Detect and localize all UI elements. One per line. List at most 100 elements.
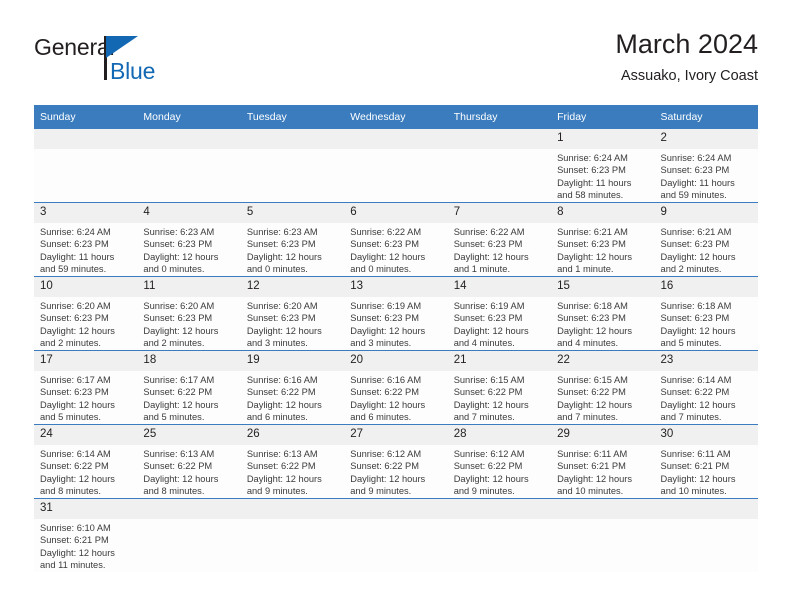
day-number: 8 xyxy=(551,203,655,223)
day-detail-line: Sunset: 6:21 PM xyxy=(40,535,109,546)
day-details: Sunrise: 6:15 AM Sunset: 6:22 PM Daylight:… xyxy=(448,371,551,424)
calendar-day-cell[interactable]: 3 Sunrise: 6:24 AM Sunset: 6:23 PM Daylight… xyxy=(34,202,138,277)
day-number: 10 xyxy=(34,277,138,297)
day-details: Sunrise: 6:19 AM Sunset: 6:23 PM Daylight:… xyxy=(448,297,551,350)
day-detail-line: Daylight: 12 hours xyxy=(246,399,322,410)
calendar-day-cell[interactable]: 26 Sunrise: 6:13 AM Sunset: 6:22 PM Dayligh… xyxy=(240,424,345,499)
weekday-header-monday: Monday xyxy=(137,105,241,129)
calendar-day-cell[interactable]: 29 Sunrise: 6:11 AM Sunset: 6:21 PM Dayligh… xyxy=(551,424,655,499)
day-details: Sunrise: 6:24 AM Sunset: 6:23 PM Daylight:… xyxy=(655,149,758,202)
calendar-day-cell[interactable]: 10 Sunrise: 6:20 AM Sunset: 6:23 PM Dayligh… xyxy=(34,276,138,351)
day-detail-line: Sunset: 6:23 PM xyxy=(143,313,213,324)
calendar-day-cell[interactable]: 7 Sunrise: 6:22 AM Sunset: 6:23 PM Daylight… xyxy=(447,202,552,277)
day-detail-line: and 0 minutes. xyxy=(246,264,308,275)
day-detail-line: Daylight: 12 hours xyxy=(660,251,736,262)
day-details: Sunrise: 6:18 AM Sunset: 6:23 PM Daylight:… xyxy=(551,297,654,350)
calendar-day-cell[interactable]: 9 Sunrise: 6:21 AM Sunset: 6:23 PM Daylight… xyxy=(654,202,758,277)
calendar-day-cell[interactable]: 19 Sunrise: 6:16 AM Sunset: 6:22 PM Dayligh… xyxy=(240,350,345,425)
day-detail-line: Sunset: 6:23 PM xyxy=(350,313,419,324)
day-detail-line: Sunrise: 6:24 AM xyxy=(40,227,111,237)
calendar-day-cell[interactable]: 16 Sunrise: 6:18 AM Sunset: 6:23 PM Dayligh… xyxy=(654,276,758,351)
day-detail-line: Sunset: 6:23 PM xyxy=(350,239,419,250)
day-detail-line: Sunset: 6:23 PM xyxy=(660,165,730,176)
day-details: Sunrise: 6:12 AM Sunset: 6:22 PM Daylight:… xyxy=(344,445,447,498)
calendar-day-cell[interactable]: 4 Sunrise: 6:23 AM Sunset: 6:23 PM Daylight… xyxy=(137,202,241,277)
day-detail-line: Daylight: 12 hours xyxy=(40,325,115,336)
calendar-day-cell[interactable]: 13 Sunrise: 6:19 AM Sunset: 6:23 PM Dayligh… xyxy=(344,276,448,351)
day-number xyxy=(344,129,448,149)
day-detail-line: Sunrise: 6:19 AM xyxy=(453,301,525,311)
calendar-day-cell[interactable]: 11 Sunrise: 6:20 AM Sunset: 6:23 PM Dayligh… xyxy=(137,276,241,351)
weekday-header-tuesday: Tuesday xyxy=(240,105,345,129)
day-details: Sunrise: 6:10 AM Sunset: 6:21 PM Daylight:… xyxy=(34,519,137,572)
day-details: Sunrise: 6:21 AM Sunset: 6:23 PM Daylight:… xyxy=(551,223,654,276)
day-number: 6 xyxy=(344,203,448,223)
day-detail-line: and 3 minutes. xyxy=(246,338,308,349)
calendar-day-cell[interactable]: 8 Sunrise: 6:21 AM Sunset: 6:23 PM Daylight… xyxy=(551,202,655,277)
calendar-day-cell[interactable]: 17 Sunrise: 6:17 AM Sunset: 6:23 PM Dayligh… xyxy=(34,350,138,425)
day-details: Sunrise: 6:12 AM Sunset: 6:22 PM Daylight:… xyxy=(448,445,551,498)
title-block: March 2024 Assuako, Ivory Coast xyxy=(615,28,758,86)
calendar-day-cell-empty xyxy=(240,498,345,572)
calendar-day-cell[interactable]: 28 Sunrise: 6:12 AM Sunset: 6:22 PM Dayligh… xyxy=(447,424,552,499)
day-details: Sunrise: 6:24 AM Sunset: 6:23 PM Daylight:… xyxy=(551,149,654,202)
day-detail-line: and 4 minutes. xyxy=(453,338,515,349)
page-header: General Blue March 2024 Assuako, Ivory C… xyxy=(34,28,758,100)
day-number: 11 xyxy=(137,277,241,297)
calendar-week-row: 31 Sunrise: 6:10 AM Sunset: 6:21 PM Dayligh… xyxy=(34,498,758,572)
day-details xyxy=(551,519,654,522)
day-detail-line: Sunrise: 6:15 AM xyxy=(557,375,628,385)
calendar-day-cell[interactable]: 2 Sunrise: 6:24 AM Sunset: 6:23 PM Daylight… xyxy=(654,129,758,203)
day-detail-line: and 1 minute. xyxy=(557,264,614,275)
day-detail-line: and 2 minutes. xyxy=(40,338,101,349)
day-details: Sunrise: 6:13 AM Sunset: 6:22 PM Daylight:… xyxy=(241,445,344,498)
day-detail-line: Sunset: 6:22 PM xyxy=(246,387,316,398)
day-detail-line: Sunrise: 6:11 AM xyxy=(660,449,731,459)
calendar-day-cell[interactable]: 18 Sunrise: 6:17 AM Sunset: 6:22 PM Dayligh… xyxy=(137,350,241,425)
calendar-day-cell[interactable]: 20 Sunrise: 6:16 AM Sunset: 6:22 PM Dayligh… xyxy=(344,350,448,425)
day-details xyxy=(344,519,447,522)
calendar-week-row: 17 Sunrise: 6:17 AM Sunset: 6:23 PM Dayligh… xyxy=(34,350,758,425)
day-details xyxy=(344,149,447,152)
day-detail-line: and 7 minutes. xyxy=(660,412,722,423)
calendar-day-cell[interactable]: 27 Sunrise: 6:12 AM Sunset: 6:22 PM Dayligh… xyxy=(344,424,448,499)
day-detail-line: Sunrise: 6:14 AM xyxy=(40,449,111,459)
weekday-header-saturday: Saturday xyxy=(654,105,758,129)
weekday-header-row: Sunday Monday Tuesday Wednesday Thursday… xyxy=(34,105,758,129)
calendar-day-cell[interactable]: 12 Sunrise: 6:20 AM Sunset: 6:23 PM Dayligh… xyxy=(240,276,345,351)
day-number: 18 xyxy=(137,351,241,371)
day-detail-line: Sunset: 6:23 PM xyxy=(557,165,626,176)
day-details: Sunrise: 6:19 AM Sunset: 6:23 PM Daylight:… xyxy=(344,297,447,350)
calendar-day-cell[interactable]: 1 Sunrise: 6:24 AM Sunset: 6:23 PM Daylight… xyxy=(551,129,655,203)
day-number: 20 xyxy=(344,351,448,371)
calendar-week-row: 10 Sunrise: 6:20 AM Sunset: 6:23 PM Dayligh… xyxy=(34,276,758,351)
calendar-day-cell[interactable]: 14 Sunrise: 6:19 AM Sunset: 6:23 PM Dayligh… xyxy=(447,276,552,351)
calendar-day-cell[interactable]: 21 Sunrise: 6:15 AM Sunset: 6:22 PM Dayligh… xyxy=(447,350,552,425)
day-detail-line: Sunrise: 6:18 AM xyxy=(660,301,732,311)
day-details xyxy=(137,149,240,152)
day-detail-line: Sunrise: 6:17 AM xyxy=(143,375,215,385)
day-detail-line: Daylight: 12 hours xyxy=(246,325,322,336)
day-detail-line: Sunset: 6:23 PM xyxy=(40,239,109,250)
day-number: 22 xyxy=(551,351,655,371)
calendar-day-cell[interactable]: 6 Sunrise: 6:22 AM Sunset: 6:23 PM Daylight… xyxy=(344,202,448,277)
calendar-day-cell[interactable]: 23 Sunrise: 6:14 AM Sunset: 6:22 PM Dayligh… xyxy=(654,350,758,425)
day-number: 13 xyxy=(344,277,448,297)
calendar-day-cell[interactable]: 5 Sunrise: 6:23 AM Sunset: 6:23 PM Daylight… xyxy=(240,202,345,277)
calendar-day-cell[interactable]: 24 Sunrise: 6:14 AM Sunset: 6:22 PM Dayligh… xyxy=(34,424,138,499)
day-detail-line: Sunrise: 6:22 AM xyxy=(453,227,525,237)
day-detail-line: and 5 minutes. xyxy=(660,338,722,349)
day-detail-line: Sunset: 6:23 PM xyxy=(143,239,213,250)
calendar-day-cell[interactable]: 30 Sunrise: 6:11 AM Sunset: 6:21 PM Dayligh… xyxy=(654,424,758,499)
day-detail-line: and 4 minutes. xyxy=(557,338,619,349)
day-detail-line: Sunrise: 6:20 AM xyxy=(143,301,215,311)
calendar-day-cell[interactable]: 25 Sunrise: 6:13 AM Sunset: 6:22 PM Dayligh… xyxy=(137,424,241,499)
calendar-day-cell[interactable]: 15 Sunrise: 6:18 AM Sunset: 6:23 PM Dayligh… xyxy=(551,276,655,351)
day-details: Sunrise: 6:16 AM Sunset: 6:22 PM Daylight:… xyxy=(241,371,344,424)
day-detail-line: Daylight: 12 hours xyxy=(453,399,529,410)
day-detail-line: Sunrise: 6:21 AM xyxy=(660,227,732,237)
calendar-day-cell[interactable]: 31 Sunrise: 6:10 AM Sunset: 6:21 PM Dayligh… xyxy=(34,498,138,572)
calendar-day-cell-empty xyxy=(34,129,138,203)
calendar-day-cell[interactable]: 22 Sunrise: 6:15 AM Sunset: 6:22 PM Dayligh… xyxy=(551,350,655,425)
day-details xyxy=(241,149,344,152)
